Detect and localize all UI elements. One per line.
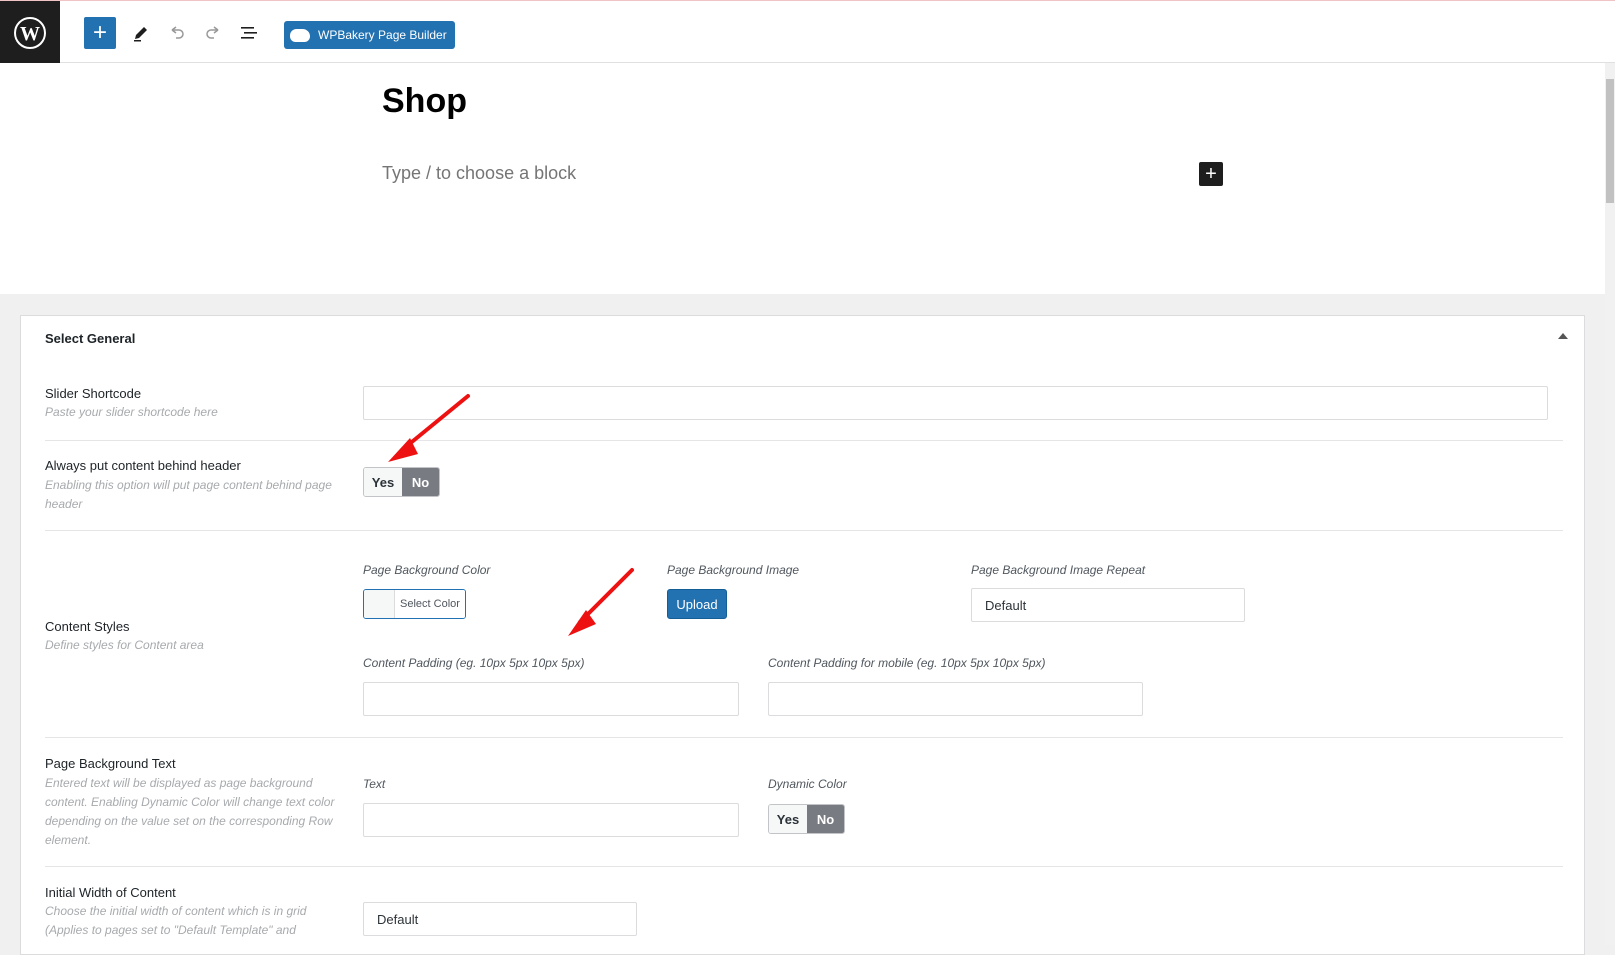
content-styles-label: Content Styles	[45, 619, 130, 634]
upload-button[interactable]: Upload	[667, 589, 727, 619]
add-block-button[interactable]: +	[84, 17, 116, 49]
wpbakery-button[interactable]: WPBakery Page Builder	[284, 21, 455, 49]
toggle-no[interactable]: No	[402, 468, 439, 496]
content-padding-mobile-label: Content Padding for mobile (eg. 10px 5px…	[768, 656, 1046, 670]
color-swatch	[364, 590, 395, 618]
tools-button[interactable]	[125, 17, 157, 49]
plus-icon: +	[92, 19, 107, 46]
select-color-label: Select Color	[395, 590, 465, 618]
editor-canvas	[0, 63, 1605, 294]
panel-heading[interactable]: Select General	[45, 331, 135, 346]
bg-text-label: Page Background Text	[45, 756, 176, 771]
block-inserter-button[interactable]: +	[1199, 162, 1223, 186]
content-padding-mobile-input[interactable]	[768, 682, 1143, 716]
general-settings-panel: Select General Slider Shortcode Paste yo…	[20, 315, 1585, 955]
dynamic-color-label: Dynamic Color	[768, 777, 847, 791]
initial-width-select[interactable]: Default	[363, 902, 637, 936]
bg-repeat-select[interactable]: Default	[971, 588, 1245, 622]
pencil-icon	[134, 27, 147, 42]
behind-header-label: Always put content behind header	[45, 458, 241, 473]
wordpress-icon: W	[14, 16, 46, 49]
toggle-no[interactable]: No	[807, 805, 844, 833]
select-color-button[interactable]: Select Color	[363, 589, 466, 619]
behind-header-toggle[interactable]: Yes No	[363, 467, 440, 497]
page-title[interactable]: Shop	[382, 82, 467, 121]
row-divider	[45, 530, 1563, 531]
content-padding-input[interactable]	[363, 682, 739, 716]
text-label: Text	[363, 777, 386, 791]
redo-button[interactable]	[197, 17, 229, 49]
bg-text-input[interactable]	[363, 803, 739, 837]
svg-text:W: W	[20, 23, 40, 45]
bg-repeat-label: Page Background Image Repeat	[971, 563, 1146, 577]
initial-width-label: Initial Width of Content	[45, 885, 176, 900]
redo-icon	[206, 26, 219, 39]
initial-width-desc: Choose the initial width of content whic…	[45, 904, 307, 937]
bg-text-desc: Entered text will be displayed as page b…	[45, 776, 335, 847]
row-divider	[45, 440, 1563, 441]
annotation-arrow-icon	[568, 568, 634, 636]
bg-image-label: Page Background Image	[667, 563, 800, 577]
row-divider	[45, 737, 1563, 738]
list-view-icon	[241, 27, 257, 39]
content-styles-desc: Define styles for Content area	[45, 638, 204, 652]
toggle-yes[interactable]: Yes	[364, 468, 402, 496]
annotation-arrow-icon	[388, 394, 470, 462]
wpbakery-cloud-icon	[290, 28, 310, 42]
plus-icon: +	[1205, 163, 1217, 185]
slider-shortcode-desc: Paste your slider shortcode here	[45, 405, 218, 419]
behind-header-desc: Enabling this option will put page conte…	[45, 478, 332, 511]
slider-shortcode-input[interactable]	[363, 386, 1548, 420]
slider-shortcode-label: Slider Shortcode	[45, 386, 142, 401]
editor-toolbar: W + WPBakery Page Builder	[0, 0, 1615, 64]
block-placeholder[interactable]: Type / to choose a block	[382, 163, 576, 184]
wpbakery-label: WPBakery Page Builder	[318, 28, 447, 42]
dynamic-color-toggle[interactable]: Yes No	[768, 804, 845, 834]
toggle-yes[interactable]: Yes	[769, 805, 807, 833]
scrollbar[interactable]	[1605, 63, 1615, 945]
collapse-arrow-icon[interactable]	[1558, 333, 1568, 339]
content-padding-label: Content Padding (eg. 10px 5px 10px 5px)	[363, 656, 585, 670]
scrollbar-thumb[interactable]	[1606, 79, 1614, 203]
undo-icon	[171, 26, 184, 39]
bg-color-label: Page Background Color	[363, 563, 491, 577]
document-overview-button[interactable]	[233, 17, 265, 49]
row-divider	[45, 866, 1563, 867]
undo-button[interactable]	[161, 17, 193, 49]
wordpress-logo-icon[interactable]: W	[0, 1, 60, 64]
